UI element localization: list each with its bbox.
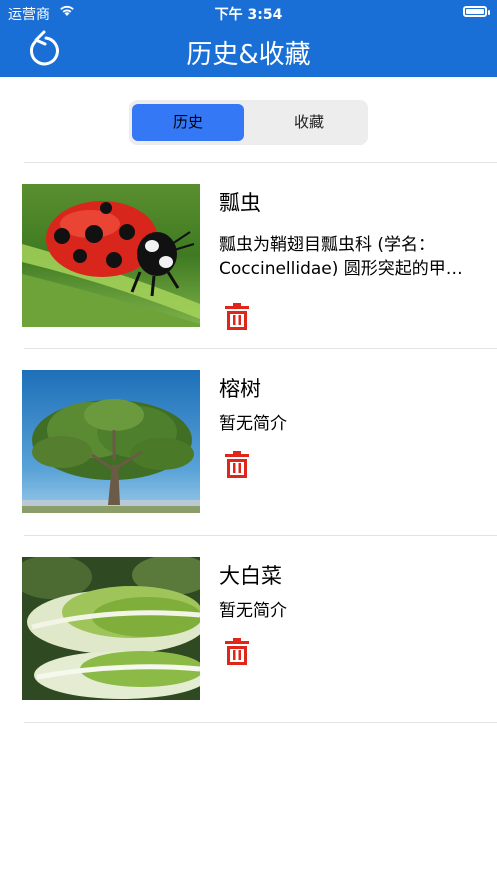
status-bar: 运营商 下午 3:54 [0, 0, 497, 24]
tab-favorites[interactable]: 收藏 [253, 104, 365, 141]
item-description: 瓢虫为鞘翅目瓢虫科 (学名： Coccinellidae) 圆形突起的甲… [219, 235, 463, 279]
item-title: 瓢虫 [219, 191, 261, 215]
delete-icon[interactable] [225, 451, 249, 479]
clock: 下午 3:54 [214, 7, 283, 23]
list-item[interactable]: 榕树 暂无简介 [0, 349, 497, 536]
item-title: 大白菜 [219, 564, 282, 588]
delete-icon[interactable] [225, 303, 249, 331]
item-description: 暂无简介 [219, 414, 287, 434]
segmented-control: 历史 收藏 [129, 100, 368, 145]
page-title: 历史&收藏 [186, 40, 311, 70]
napa-cabbage-image [22, 557, 200, 700]
delete-icon[interactable] [225, 638, 249, 666]
list-item[interactable]: 大白菜 暂无简介 [0, 536, 497, 723]
tab-history[interactable]: 历史 [132, 104, 244, 141]
item-description: 暂无简介 [219, 601, 287, 621]
divider [24, 722, 497, 723]
nav-bar: 历史&收藏 [0, 24, 497, 77]
battery-icon [463, 6, 490, 17]
item-title: 榕树 [219, 377, 261, 401]
ladybug-image [22, 184, 200, 327]
banyan-tree-image [22, 370, 200, 513]
list-item[interactable]: 瓢虫 瓢虫为鞘翅目瓢虫科 (学名： Coccinellidae) 圆形突起的甲… [0, 163, 497, 350]
